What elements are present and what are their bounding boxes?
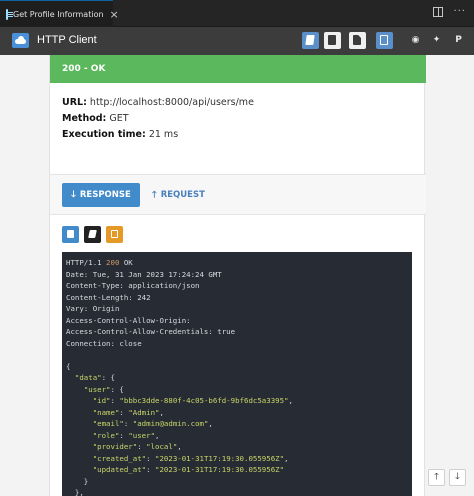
save-button[interactable]	[324, 32, 341, 49]
copy-button[interactable]	[376, 32, 393, 49]
tab-request[interactable]: 🡑 REQUEST	[148, 183, 209, 207]
paypal-icon[interactable]: P	[450, 32, 467, 49]
edit-response-button[interactable]	[84, 226, 101, 243]
scroll-down-button[interactable]: 🡓	[449, 469, 466, 486]
file-icon	[6, 8, 13, 20]
editor-tab-bar: Get Profile Information × ···	[0, 0, 474, 27]
arrow-up-icon: 🡑	[434, 472, 439, 482]
external-link-icon	[111, 230, 118, 238]
edit-icon	[88, 230, 97, 238]
time-value: 21 ms	[148, 129, 179, 140]
edit-button[interactable]	[302, 32, 319, 49]
new-file-button[interactable]	[349, 32, 366, 49]
header-line: Content-Length: 242	[66, 292, 151, 302]
twitter-icon[interactable]: ✦	[428, 32, 445, 49]
github-icon[interactable]: ◉	[407, 32, 424, 49]
arrow-up-icon: 🡑	[152, 190, 157, 200]
header-line: Content-Type: application/json	[66, 281, 200, 290]
request-info: URL: http://localhost:8000/api/users/me …	[62, 95, 254, 143]
status-badge: 200 - OK	[50, 55, 426, 83]
split-editor-icon[interactable]	[433, 7, 444, 17]
file-icon	[353, 35, 361, 45]
status-code: 200	[106, 258, 120, 267]
editor-tab[interactable]: Get Profile Information ×	[0, 0, 119, 27]
more-actions-icon[interactable]: ···	[453, 7, 466, 17]
webview: HTTP Client ◉ ✦ P 200 - OK URL: http://l…	[0, 27, 474, 496]
app-title: HTTP Client	[37, 34, 97, 46]
url-row: URL: http://localhost:8000/api/users/me	[62, 97, 254, 108]
header-line: Date: Tue, 31 Jan 2023 17:24:24 GMT	[66, 269, 222, 279]
header-line: Connection: close	[66, 338, 142, 348]
header-line: Access-Control-Allow-Origin:	[66, 315, 191, 325]
header-line: Access-Control-Allow-Credentials: true	[66, 327, 236, 336]
close-icon[interactable]: ×	[110, 9, 119, 20]
scroll-up-button[interactable]: 🡑	[428, 469, 445, 486]
url-value: http://localhost:8000/api/users/me	[89, 97, 254, 108]
response-code: HTTP/1.1 200 OK Date: Tue, 31 Jan 2023 1…	[62, 252, 412, 496]
open-external-button[interactable]	[106, 226, 123, 243]
app-header: HTTP Client ◉ ✦ P	[0, 27, 474, 55]
tab-response[interactable]: 🡓 RESPONSE	[62, 183, 140, 207]
save-icon	[67, 230, 74, 238]
save-response-button[interactable]	[62, 226, 79, 243]
response-panel: 200 - OK URL: http://localhost:8000/api/…	[49, 55, 426, 496]
editor-actions: ···	[433, 7, 466, 17]
arrow-down-icon: 🡓	[455, 472, 460, 482]
cloud-icon	[12, 33, 29, 48]
response-tabs: 🡓 RESPONSE 🡑 REQUEST	[50, 174, 426, 215]
method-row: Method: GET	[62, 113, 129, 124]
copy-icon	[380, 35, 388, 45]
method-value: GET	[109, 113, 129, 124]
arrow-down-icon: 🡓	[71, 190, 76, 200]
header-line: Vary: Origin	[66, 304, 120, 313]
save-icon	[328, 35, 336, 45]
editor-tab-label: Get Profile Information	[13, 9, 104, 19]
time-row: Execution time: 21 ms	[62, 129, 179, 140]
edit-icon	[305, 35, 315, 45]
